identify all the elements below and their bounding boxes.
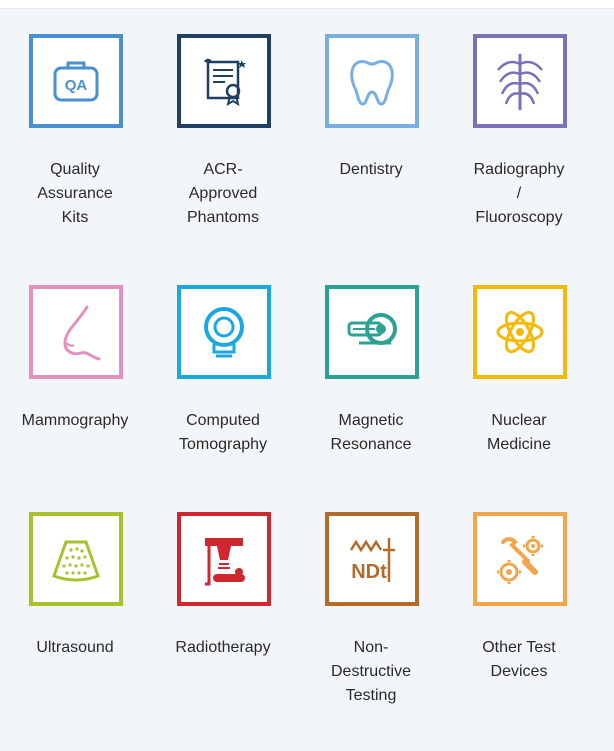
category-grid: QA Quality Assurance Kits ACR- Approved …	[0, 0, 614, 751]
ribcage-icon	[497, 54, 543, 110]
ndt-icon: NDt	[349, 538, 395, 583]
category-label: Other Test Devices	[482, 639, 556, 680]
mri-scanner-icon	[347, 313, 397, 345]
linac-icon	[205, 538, 245, 586]
category-label: Dentistry	[339, 161, 403, 178]
qa-kit-icon: QA	[53, 61, 99, 102]
category-label: ACR- Approved Phantoms	[186, 161, 260, 226]
category-label: Ultrasound	[36, 639, 114, 656]
category-tile[interactable]	[177, 512, 271, 606]
atom-icon	[496, 310, 544, 354]
certificate-icon	[204, 58, 246, 107]
tools-gears-icon	[497, 536, 543, 584]
category-tile[interactable]	[473, 34, 567, 128]
category-tile[interactable]	[325, 34, 419, 128]
category-tile[interactable]: NDt	[325, 512, 419, 606]
category-label: Radiography / Fluoroscopy	[473, 161, 565, 226]
svg-text:QA: QA	[65, 77, 88, 94]
category-label: Mammography	[21, 412, 129, 429]
svg-text:NDt: NDt	[351, 561, 387, 583]
category-tile[interactable]	[325, 285, 419, 379]
tooth-icon	[350, 59, 394, 106]
category-label: Nuclear Medicine	[486, 412, 552, 453]
breast-profile-icon	[63, 305, 101, 361]
category-label: Computed Tomography	[178, 412, 268, 453]
ultrasound-scan-icon	[52, 540, 100, 582]
category-label: Quality Assurance Kits	[37, 161, 113, 226]
category-tile[interactable]	[177, 285, 271, 379]
category-label: Radiotherapy	[175, 639, 271, 656]
ct-scanner-icon	[204, 307, 244, 358]
category-tile[interactable]	[473, 512, 567, 606]
category-label: Magnetic Resonance	[330, 412, 412, 453]
category-tile[interactable]	[473, 285, 567, 379]
category-label: Non- Destructive Testing	[330, 639, 412, 704]
category-tile[interactable]	[177, 34, 271, 128]
category-tile[interactable]: QA	[29, 34, 123, 128]
category-tile[interactable]	[29, 285, 123, 379]
category-tile[interactable]	[29, 512, 123, 606]
